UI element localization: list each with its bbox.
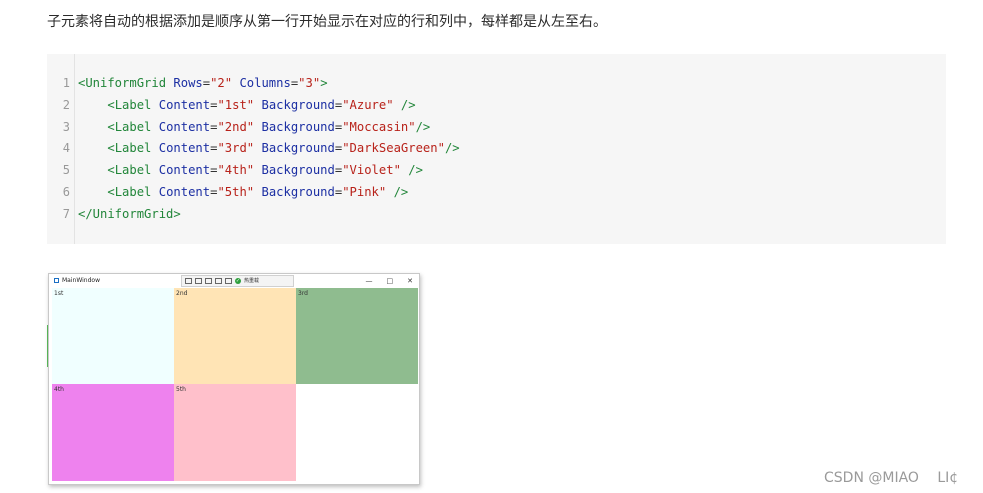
app-window-icon (54, 278, 59, 283)
code-token: "Moccasin" (342, 119, 416, 134)
code-token: = (202, 76, 211, 90)
hot-reload-label: 热重载 (244, 278, 260, 284)
maximize-icon: □ (386, 277, 394, 285)
select-element-icon (185, 278, 192, 284)
window-titlebar: MainWindow ✓ 热重载 — □ ✕ (49, 274, 419, 288)
debug-toolbar: ✓ 热重载 (181, 275, 294, 287)
code-token: "Violet" (342, 163, 401, 178)
code-token: "3" (298, 76, 321, 90)
line-number: 1 (62, 76, 70, 90)
code-token: <UniformGrid (78, 76, 174, 90)
code-token: <Label (107, 119, 159, 134)
grid-cell: 2nd (174, 288, 296, 384)
uniform-grid: 1st 2nd 3rd 4th 5th (52, 288, 418, 481)
hot-reload-check-icon: ✓ (235, 278, 241, 284)
cell-label: 2nd (176, 290, 188, 297)
line-number: 2 (62, 97, 70, 112)
code-line: <Label Content="5th" Background="Pink" /… (78, 182, 460, 204)
code-token: Content (158, 184, 211, 199)
code-token: "2" (210, 76, 233, 90)
code-token: Content (158, 163, 211, 178)
code-line: <UniformGrid Rows="2" Columns="3"> (78, 73, 460, 95)
code-line: <Label Content="4th" Background="Violet"… (78, 160, 460, 182)
code-block: 1234567 <UniformGrid Rows="2" Columns="3… (47, 54, 946, 244)
code-token: <Label (107, 97, 159, 112)
code-lines: <UniformGrid Rows="2" Columns="3"> <Labe… (78, 73, 460, 226)
cell-label: 5th (176, 386, 186, 393)
grid-cell: 3rd (296, 288, 418, 384)
cell-label: 3rd (298, 290, 308, 297)
code-token: /> (415, 119, 431, 134)
track-focus-icon (205, 278, 212, 284)
code-token: Content (158, 141, 211, 156)
code-token: /> (408, 163, 423, 178)
code-token: "5th" (217, 184, 255, 199)
binding-icon (225, 278, 232, 284)
grid-cell: 4th (52, 384, 174, 481)
code-line: <Label Content="2nd" Background="Moccasi… (78, 117, 460, 139)
window-title: MainWindow (62, 277, 100, 284)
minimize-icon: — (365, 277, 373, 285)
code-line: <Label Content="3rd" Background="DarkSea… (78, 138, 460, 160)
code-token: Background (261, 97, 335, 112)
code-token: Background (261, 163, 335, 178)
display-layout-icon (195, 278, 202, 284)
cell-label: 4th (54, 386, 64, 393)
code-token: Rows (173, 76, 203, 90)
code-line: <Label Content="1st" Background="Azure" … (78, 95, 460, 117)
close-icon: ✕ (407, 277, 413, 285)
line-number-gutter: 1 2 3 4 5 6 7 (47, 54, 75, 244)
window-controls: — □ ✕ (366, 274, 414, 288)
code-token: > (320, 76, 328, 90)
code-token: Columns (239, 76, 291, 90)
line-number: 3 (62, 119, 70, 134)
code-token: "Azure" (342, 97, 394, 112)
code-token: "4th" (217, 163, 255, 178)
watermark: CSDN @MIAO LI¢ (824, 470, 959, 486)
grid-cell (296, 384, 418, 481)
line-number: 7 (62, 206, 70, 221)
code-token: /> (444, 141, 460, 156)
line-number: 6 (62, 185, 70, 199)
code-token: Background (261, 141, 335, 156)
accessibility-icon (215, 278, 222, 284)
code-token: /> (393, 184, 409, 199)
code-token: "DarkSeaGreen" (342, 141, 445, 156)
code-token: <Label (107, 141, 159, 156)
code-token: /> (400, 97, 416, 112)
line-number: 5 (62, 163, 70, 178)
code-token: "Pink" (342, 184, 387, 199)
intro-paragraph: 子元素将自动的根据添加是顺序从第一行开始显示在对应的行和列中，每样都是从左至右。 (47, 14, 607, 30)
code-token: Background (261, 184, 335, 199)
code-token: Content (158, 97, 211, 112)
code-token: Content (158, 119, 211, 134)
code-token: Background (261, 119, 335, 134)
line-number: 4 (62, 141, 70, 156)
cell-label: 1st (54, 290, 64, 297)
code-token: <Label (107, 163, 159, 178)
code-token: <Label (107, 184, 159, 199)
wpf-window-screenshot: MainWindow ✓ 热重载 — □ ✕ 1st 2nd 3rd 4th 5th (48, 273, 420, 485)
code-token: "1st" (217, 97, 255, 112)
code-token: </UniformGrid> (78, 206, 181, 221)
grid-cell: 1st (52, 288, 174, 384)
code-token: "2nd" (217, 119, 255, 134)
code-token: "3rd" (217, 141, 255, 156)
code-line: </UniformGrid> (78, 204, 460, 226)
grid-cell: 5th (174, 384, 296, 481)
